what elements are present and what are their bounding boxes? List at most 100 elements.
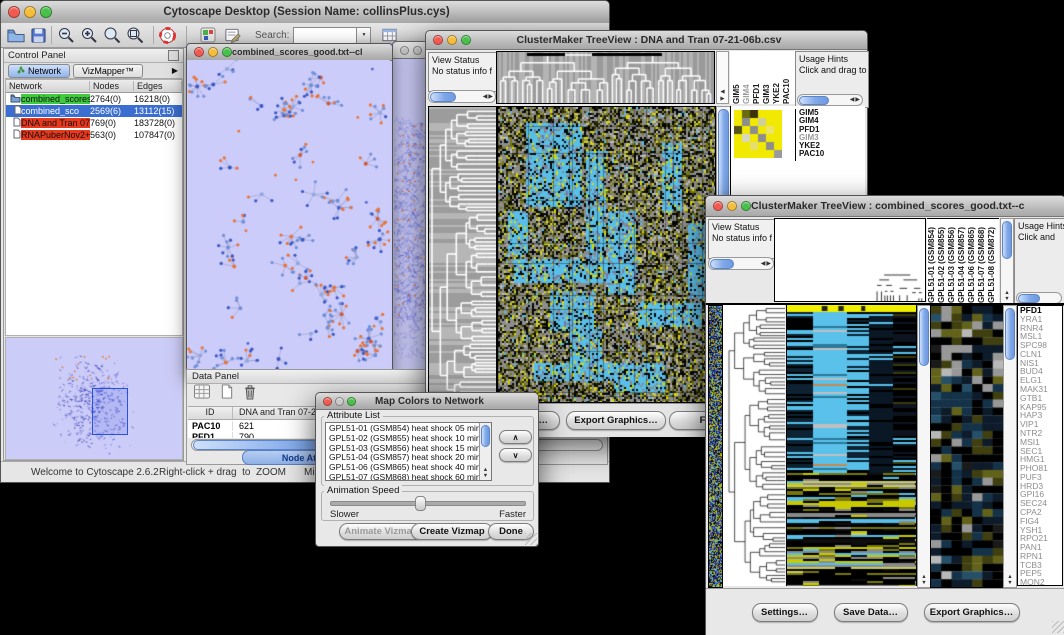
id-column-header[interactable]: ID — [188, 407, 233, 419]
heatmap2-vscrollbar[interactable]: ▲ ▼ — [917, 305, 931, 588]
network-table-row[interactable]: RNAPuberNov2+563(0)107847(0) — [6, 129, 182, 141]
animation-slider-track[interactable] — [330, 501, 526, 506]
dialog-title-bar[interactable]: Map Colors to Network — [316, 393, 538, 410]
close-button[interactable] — [433, 35, 443, 45]
column-dendrogram-2[interactable] — [775, 219, 925, 301]
close-button[interactable] — [8, 6, 20, 18]
export-graphics-button[interactable]: Export Graphics… — [566, 411, 666, 430]
minimize-button[interactable] — [447, 35, 457, 45]
network-window-title-bar[interactable]: combined_scores_good.txt--cluste… — [187, 44, 392, 61]
vizmapper-icon[interactable] — [200, 25, 216, 45]
network-table-row[interactable]: DNA and Tran 07769(0)183728(0) — [6, 117, 182, 129]
dendrogram-minibar[interactable]: ◀ ▶ — [716, 51, 729, 104]
tab-overflow-arrow[interactable]: ▶ — [172, 66, 178, 75]
open-file-icon[interactable] — [7, 25, 25, 45]
scrollbar-thumb[interactable] — [710, 259, 734, 269]
create-vizmap-button[interactable]: Create Vizmap — [411, 523, 493, 540]
usage-hints-panel: Usage Hints Click and drag to ◀▶ — [795, 51, 869, 108]
window-controls[interactable] — [8, 6, 52, 18]
minimize-button[interactable] — [24, 6, 36, 18]
zoom-button[interactable] — [461, 35, 471, 45]
zoom-button[interactable] — [741, 201, 751, 211]
export-graphics-button[interactable]: Export Graphics… — [924, 603, 1020, 622]
network-table-header[interactable]: Network Nodes Edges — [6, 80, 182, 93]
float-panel-icon[interactable] — [168, 50, 179, 61]
zoom-out-icon[interactable] — [57, 25, 75, 45]
minimize-button[interactable] — [727, 201, 737, 211]
zoom-button[interactable] — [347, 397, 356, 406]
row-dendrogram-1[interactable] — [429, 107, 496, 402]
map-colors-dialog: Map Colors to Network Attribute List GPL… — [315, 392, 539, 547]
zoom-selected-icon[interactable] — [103, 25, 121, 45]
attribute-list[interactable]: GPL51-01 (GSM854) heat shock 05 minGPL51… — [325, 422, 492, 481]
resize-grip[interactable] — [1052, 621, 1064, 633]
row-dendrogram-2[interactable] — [723, 305, 785, 586]
network-canvas-1[interactable] — [187, 60, 390, 373]
close-button[interactable] — [400, 46, 409, 55]
move-down-button[interactable]: ∨ — [499, 448, 532, 462]
attribute-list-item[interactable]: GPL51-07 (GSM868) heat shock 60 min — [329, 473, 491, 481]
overview-strip[interactable] — [708, 305, 723, 588]
help-icon[interactable] — [159, 25, 176, 45]
column-dendrogram-1[interactable] — [497, 52, 714, 103]
tab-vizmapper[interactable]: VizMapper™ — [73, 64, 143, 78]
minimize-button[interactable] — [413, 46, 422, 55]
delete-attribute-icon[interactable] — [243, 384, 257, 405]
attribute-list-scrollbar[interactable]: ▲ ▼ — [479, 423, 491, 480]
save-icon[interactable] — [31, 25, 46, 45]
zoom-button[interactable] — [222, 47, 232, 57]
annotation-icon[interactable] — [224, 25, 241, 45]
zoom-column-label: GIM5 — [732, 51, 741, 104]
minimize-button[interactable] — [335, 397, 344, 406]
labels-vscrollbar[interactable]: ▲ ▼ — [1000, 218, 1014, 304]
zoom-heatmap-2[interactable] — [930, 305, 1004, 588]
col-edges[interactable]: Edges — [134, 81, 182, 91]
settings-button[interactable]: Settings… — [752, 603, 818, 622]
treeview2-title-bar[interactable]: ClusterMaker TreeView : combined_scores_… — [706, 196, 1064, 217]
search-combo-button[interactable]: ▼ — [357, 27, 371, 44]
resize-grip[interactable] — [525, 533, 537, 545]
zoom-heatmap-1[interactable] — [734, 110, 782, 158]
scrollbar-thumb[interactable] — [799, 96, 829, 105]
tab-network[interactable]: Network — [8, 64, 70, 78]
animation-slider-thumb[interactable] — [415, 496, 426, 511]
zoom2-vscrollbar[interactable]: ▲ ▼ — [1003, 305, 1017, 588]
array-column-label: GPL51-06 (GSM865) — [967, 219, 977, 303]
save-data-button[interactable]: Save Data… — [834, 603, 908, 622]
close-button[interactable] — [323, 397, 332, 406]
new-attribute-icon[interactable] — [220, 384, 234, 404]
view-status-scrollbar[interactable]: ◀▶ — [708, 257, 774, 270]
scrollbar-thumb[interactable] — [481, 425, 490, 447]
zoom-button[interactable] — [40, 6, 52, 18]
birdseye-viewport-rect[interactable] — [92, 388, 128, 435]
scrollbar-thumb[interactable] — [1002, 221, 1012, 259]
scrollbar-thumb[interactable] — [430, 92, 456, 102]
move-up-button[interactable]: ∧ — [499, 430, 532, 444]
usage-hints-scrollbar[interactable]: ◀▶ — [797, 94, 863, 106]
main-title-bar[interactable]: Cytoscape Desktop (Session Name: collins… — [1, 1, 609, 24]
scrollbar-thumb[interactable] — [919, 308, 929, 366]
minimize-button[interactable] — [208, 47, 218, 57]
scroll-left-icon: ◀ — [483, 93, 488, 100]
view-status-scrollbar[interactable]: ◀▶ — [428, 90, 496, 103]
network-name: RNAPuberNov2+ — [21, 130, 90, 140]
col-nodes[interactable]: Nodes — [90, 81, 134, 91]
search-input[interactable] — [293, 27, 357, 44]
network-window-title: combined_scores_good.txt--cluste… — [232, 47, 362, 57]
close-button[interactable] — [194, 47, 204, 57]
global-heatmap-2[interactable] — [786, 305, 917, 586]
treeview1-title-bar[interactable]: ClusterMaker TreeView : DNA and Tran 07-… — [426, 31, 867, 50]
close-button[interactable] — [713, 201, 723, 211]
array-column-label: GPL51-04 (GSM857) — [957, 219, 967, 303]
scrollbar-thumb[interactable] — [1018, 294, 1040, 303]
zoom-in-icon[interactable] — [80, 25, 98, 45]
control-panel: Control Panel NetworkVizMapper™▶ Network… — [3, 48, 184, 461]
global-heatmap-1[interactable] — [498, 107, 715, 402]
select-attributes-icon[interactable] — [193, 384, 211, 404]
scrollbar-thumb[interactable] — [1005, 308, 1015, 360]
network-table-row[interactable]: combined_sco2569(6)13112(15) — [6, 105, 182, 117]
col-network[interactable]: Network — [6, 81, 90, 91]
birdseye-view[interactable] — [5, 337, 183, 460]
zoom-fit-icon[interactable] — [126, 25, 144, 45]
network-table-row[interactable]: combined_scores2764(0)16218(0) — [6, 93, 182, 105]
